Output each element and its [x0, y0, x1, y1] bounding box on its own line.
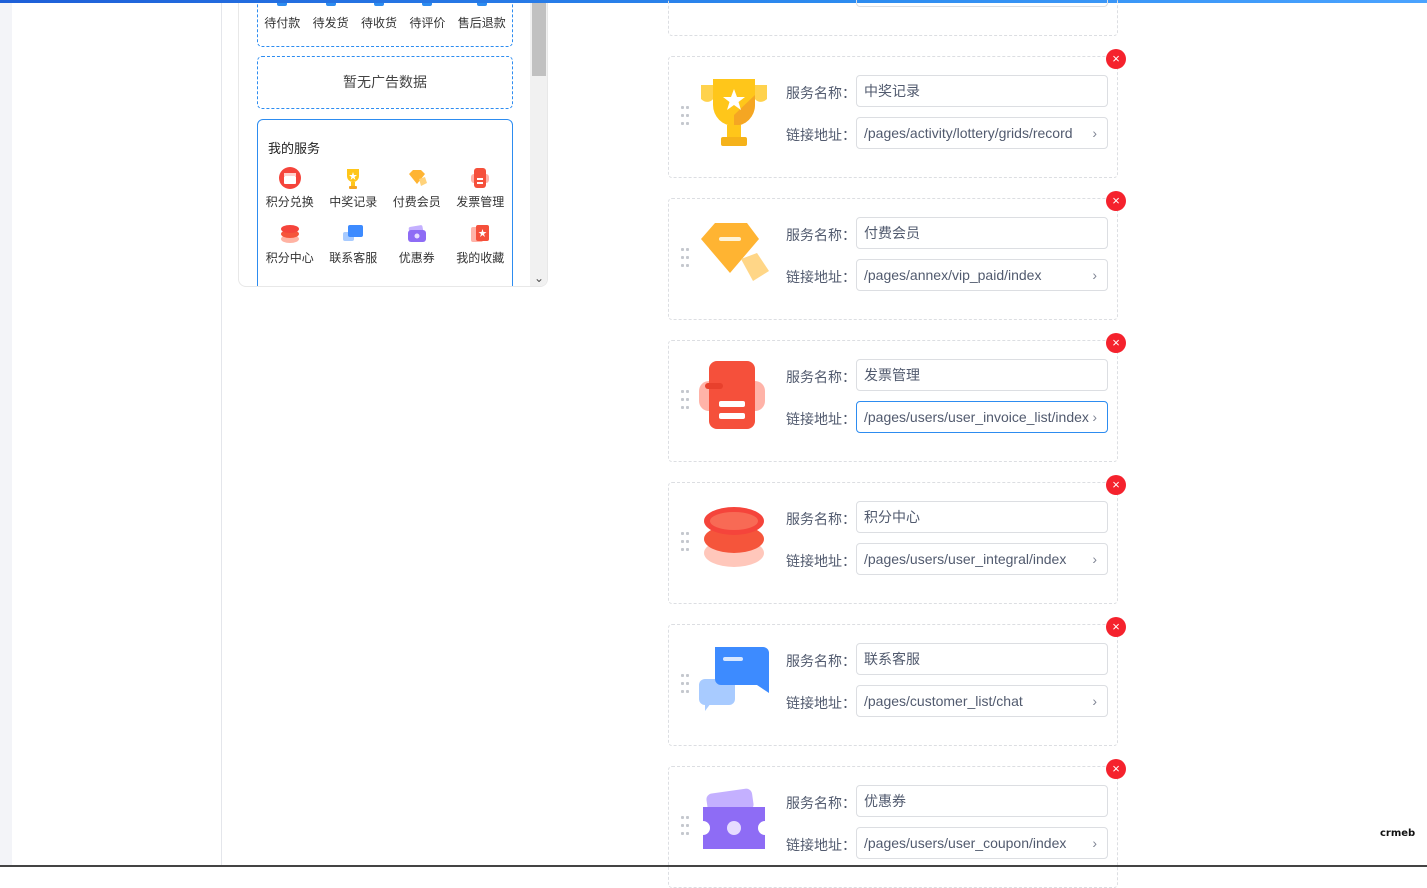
delete-icon[interactable]: × [1106, 191, 1126, 211]
chat-icon [343, 225, 364, 241]
link-address-input[interactable]: /pages/customer_list/chat › [856, 685, 1108, 717]
link-address-value: /pages/annex/vip_paid/index [864, 267, 1042, 283]
service-name-label: 服务名称： [786, 511, 856, 527]
drag-handle-icon[interactable] [681, 248, 689, 270]
link-address-input[interactable]: /pages/users/user_integral/index › [856, 543, 1108, 575]
service-name-label: 服务名称： [786, 795, 856, 811]
order-item-pending-shipment: 待发货 [313, 3, 349, 31]
delete-icon[interactable]: × [1106, 475, 1126, 495]
service-item: 积分中心 [258, 221, 322, 266]
service-card[interactable]: 服务名称： 付费会员 链接地址： /pages/annex/vip_paid/i… [668, 191, 1126, 320]
link-address-label: 链接地址： [786, 553, 856, 569]
link-address-input[interactable]: /pages/annex/vip_paid/index › [856, 259, 1108, 291]
trophy-icon[interactable] [697, 75, 771, 149]
service-item: 中奖记录 [322, 165, 386, 210]
trophy-icon [347, 169, 360, 189]
link-address-label: 链接地址： [786, 695, 856, 711]
service-name-label: 服务名称： [786, 369, 856, 385]
link-address-label: 链接地址： [786, 269, 856, 285]
panel-divider [221, 3, 222, 867]
link-address-label: 链接地址： [786, 411, 856, 427]
drag-handle-icon[interactable] [681, 106, 689, 128]
delete-icon[interactable]: × [1106, 759, 1126, 779]
link-address-value: /pages/users/user_coupon/index [864, 835, 1067, 851]
brand-logo: crmeb [1380, 828, 1416, 839]
drag-handle-icon[interactable] [681, 532, 689, 554]
link-address-input[interactable]: /pages/users/user_invoice_list/index › [856, 401, 1108, 433]
ad-empty-text: 暂无广告数据 [343, 74, 427, 90]
service-card[interactable]: 服务名称： 发票管理 链接地址： /pages/users/user_invoi… [668, 333, 1126, 462]
link-address-value: /pages/users/user_invoice_list/index [864, 409, 1089, 425]
order-status-block[interactable]: 待付款 待发货 待收货 待评价 售后退款 [257, 3, 513, 47]
delete-icon[interactable]: × [1106, 617, 1126, 637]
vip-icon [408, 170, 427, 186]
service-card[interactable]: 服务名称： 优惠券 链接地址： /pages/users/user_coupon… [668, 759, 1126, 888]
ad-placeholder[interactable]: 暂无广告数据 [257, 56, 513, 109]
invoice-icon [471, 168, 490, 188]
chevron-right-icon[interactable]: › [1092, 828, 1097, 858]
delete-icon[interactable]: × [1106, 333, 1126, 353]
preview-scrollbar-thumb[interactable] [532, 3, 546, 76]
service-name-input[interactable]: 优惠券 [856, 785, 1108, 817]
phone-preview[interactable]: 待付款 待发货 待收货 待评价 售后退款 暂无广告数据 我的服务 积分兑换 中奖… [238, 3, 548, 287]
chevron-right-icon[interactable]: › [1092, 118, 1097, 148]
service-item: 发票管理 [449, 165, 513, 210]
order-item-pending-review: 待评价 [409, 3, 445, 31]
service-card[interactable]: 服务名称： 联系客服 链接地址： /pages/customer_list/ch… [668, 617, 1126, 746]
coupon-icon [407, 225, 426, 242]
scroll-down-arrow-icon[interactable]: ⌄ [530, 269, 547, 286]
service-name-input[interactable]: 付费会员 [856, 217, 1108, 249]
coins-icon [280, 225, 299, 243]
service-name-label: 服务名称： [786, 85, 856, 101]
link-address-value: /pages/activity/lottery/grids/record [864, 125, 1073, 141]
link-address-label: 链接地址： [786, 837, 856, 853]
favorite-icon [471, 225, 490, 242]
service-card[interactable]: 服务名称： 积分中心 链接地址： /pages/users/user_integ… [668, 475, 1126, 604]
shop-icon [278, 167, 301, 189]
link-address-value: /pages/users/user_integral/index [864, 551, 1067, 567]
service-name-label: 服务名称： [786, 653, 856, 669]
delete-icon[interactable]: × [1106, 49, 1126, 69]
link-address-input[interactable]: /pages/users/user_coupon/index › [856, 827, 1108, 859]
service-item: 联系客服 [322, 221, 386, 266]
invoice-icon[interactable] [697, 359, 771, 433]
service-item: 我的收藏 [449, 221, 513, 266]
service-name-input[interactable]: 联系客服 [856, 643, 1108, 675]
drag-handle-icon[interactable] [681, 390, 689, 412]
service-name-input[interactable]: 积分中心 [856, 501, 1108, 533]
service-card-partial [668, 0, 1118, 36]
left-gutter [0, 3, 12, 867]
service-name-input[interactable]: 中奖记录 [856, 75, 1108, 107]
chat-icon[interactable] [697, 643, 771, 717]
coins-icon[interactable] [697, 501, 771, 575]
service-name-input[interactable]: 发票管理 [856, 359, 1108, 391]
link-address-label: 链接地址： [786, 127, 856, 143]
link-address-value: /pages/customer_list/chat [864, 693, 1023, 709]
coupon-icon[interactable] [697, 785, 771, 859]
vip-icon[interactable] [697, 217, 771, 291]
order-item-refund: 售后退款 [458, 3, 506, 31]
my-services-block[interactable]: 我的服务 积分兑换 中奖记录 付费会员 发票管理 积分中心 联系客服 优惠券 我… [257, 119, 513, 286]
order-item-pending-receipt: 待收货 [361, 3, 397, 31]
chevron-right-icon[interactable]: › [1092, 686, 1097, 716]
order-item-pending-payment: 待付款 [264, 3, 300, 31]
chevron-right-icon[interactable]: › [1092, 544, 1097, 574]
chevron-right-icon[interactable]: › [1092, 402, 1097, 432]
service-item: 优惠券 [385, 221, 449, 266]
service-name-label: 服务名称： [786, 227, 856, 243]
service-item: 付费会员 [385, 165, 449, 210]
drag-handle-icon[interactable] [681, 674, 689, 696]
service-item: 积分兑换 [258, 165, 322, 210]
drag-handle-icon[interactable] [681, 816, 689, 838]
services-title: 我的服务 [268, 141, 321, 156]
chevron-right-icon[interactable]: › [1092, 260, 1097, 290]
service-card[interactable]: 服务名称： 中奖记录 链接地址： /pages/activity/lottery… [668, 49, 1126, 178]
link-address-input[interactable]: /pages/activity/lottery/grids/record › [856, 117, 1108, 149]
